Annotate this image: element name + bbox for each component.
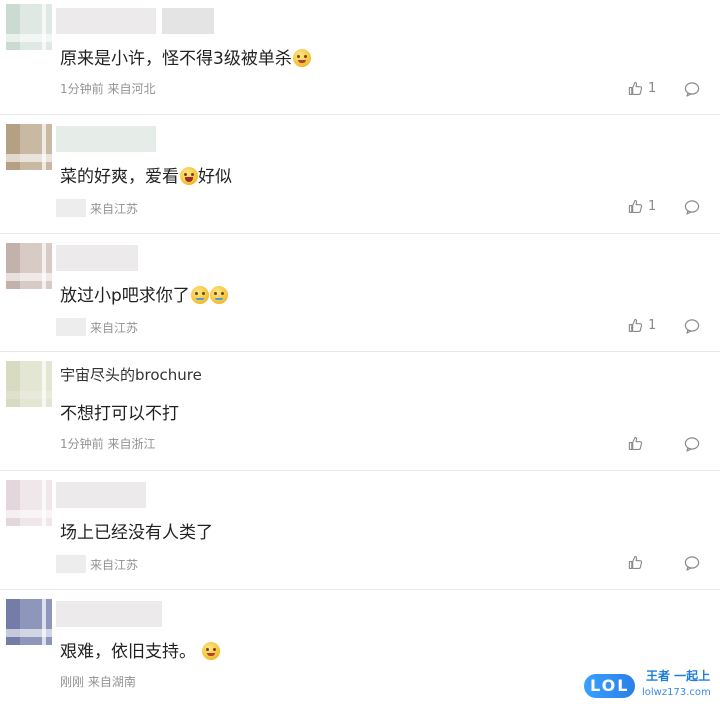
like-count: 1 xyxy=(648,81,657,96)
avatar[interactable] xyxy=(6,361,52,407)
watermark-slogan: 王者 一起上 xyxy=(646,669,711,683)
watermark-logo: LOL 王者 一起上 lolwz173.com xyxy=(584,668,718,704)
laugh-emoji-icon xyxy=(180,167,198,185)
comment-text: 艰难，依旧支持。 xyxy=(60,639,220,665)
comment-text: 放过小p吧求你了 xyxy=(60,283,228,309)
comment-text: 场上已经没有人类了 xyxy=(60,523,213,543)
avatar[interactable] xyxy=(6,4,52,50)
avatar[interactable] xyxy=(6,599,52,645)
thumbs-up-icon xyxy=(628,81,643,95)
comment-page: { "comments": [ { "name": "", "text": "原… xyxy=(0,0,720,708)
comment-item: 宇宙尽头的brochure 不想打可以不打 1分钟前 来自浙江 xyxy=(0,355,720,473)
username[interactable]: 宇宙尽头的brochure xyxy=(60,363,202,387)
thumbs-up-icon xyxy=(628,555,643,569)
divider xyxy=(0,470,720,471)
comment-text: 菜的好爽，爱看 好似 xyxy=(60,167,232,187)
thumbs-up-icon xyxy=(628,436,643,450)
reply-bubble-icon[interactable] xyxy=(684,199,700,215)
reply-bubble-icon[interactable] xyxy=(684,436,700,452)
smile-emoji-icon xyxy=(202,642,220,660)
like-button[interactable] xyxy=(628,434,670,454)
like-button[interactable]: 1 xyxy=(628,316,670,336)
laugh-cat-emoji-icon xyxy=(292,49,311,67)
comment-meta: 来自江苏 xyxy=(56,199,138,217)
divider xyxy=(0,589,720,590)
comment-meta: 来自江苏 xyxy=(56,555,138,573)
avatar[interactable] xyxy=(6,243,52,289)
time-blurred xyxy=(56,318,86,336)
time-blurred xyxy=(56,199,86,217)
lol-logo: LOL xyxy=(584,674,636,698)
like-count: 1 xyxy=(648,199,657,214)
reply-bubble-icon[interactable] xyxy=(684,318,700,334)
comment-meta: 来自江苏 xyxy=(56,318,138,336)
comment-meta: 刚刚 来自湖南 xyxy=(60,675,136,689)
like-button[interactable]: 1 xyxy=(628,197,670,217)
comment-item: 菜的好爽，爱看 好似 来自江苏 1 xyxy=(0,118,720,236)
time-blurred xyxy=(56,555,86,573)
comment-text: 不想打可以不打 xyxy=(60,404,179,424)
like-count: 1 xyxy=(648,318,657,333)
cry-emoji-icon xyxy=(209,286,228,304)
divider xyxy=(0,351,720,352)
divider xyxy=(0,114,720,115)
thumbs-up-icon xyxy=(628,318,643,332)
like-button[interactable]: 1 xyxy=(628,79,670,99)
comment-meta: 1分钟前 来自河北 xyxy=(60,82,156,96)
avatar[interactable] xyxy=(6,480,52,526)
comment-item: 原来是小许，怪不得3级被单杀 1分钟前 来自河北 1 xyxy=(0,0,720,118)
avatar[interactable] xyxy=(6,124,52,170)
like-button[interactable] xyxy=(628,553,670,573)
divider xyxy=(0,233,720,234)
thumbs-up-icon xyxy=(628,199,643,213)
comment-meta: 1分钟前 来自浙江 xyxy=(60,437,156,451)
reply-bubble-icon[interactable] xyxy=(684,81,700,97)
watermark-url: lolwz173.com xyxy=(642,687,711,698)
reply-bubble-icon[interactable] xyxy=(684,555,700,571)
comment-item: 场上已经没有人类了 来自江苏 xyxy=(0,474,720,592)
comment-item: 放过小p吧求你了 来自江苏 1 xyxy=(0,237,720,355)
cry-emoji-icon xyxy=(190,286,209,304)
comment-text: 原来是小许，怪不得3级被单杀 xyxy=(60,46,311,72)
